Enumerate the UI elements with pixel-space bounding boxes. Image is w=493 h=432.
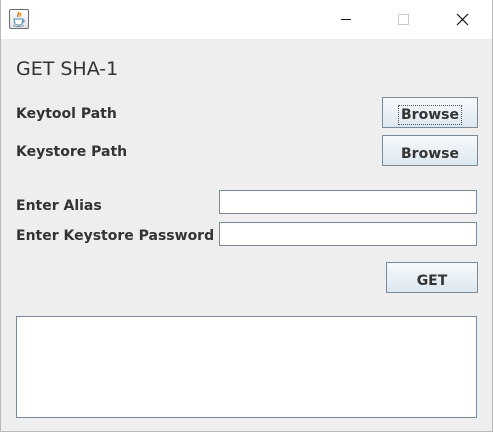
java-icon[interactable] <box>9 9 29 29</box>
main-panel: GET SHA-1 Keytool Path Browse Keystore P… <box>1 39 492 431</box>
browse-keystore-button-label: Browse <box>401 145 459 162</box>
close-icon <box>456 13 469 26</box>
browse-keystore-button[interactable]: Browse <box>382 135 478 166</box>
keystore-path-label: Keystore Path <box>16 144 128 160</box>
keystore-password-input[interactable] <box>219 222 477 246</box>
close-button[interactable] <box>439 0 485 39</box>
keystore-password-label: Enter Keystore Password <box>16 228 215 244</box>
get-button-label: GET <box>416 272 448 289</box>
browse-keytool-button[interactable]: Browse <box>382 97 478 128</box>
keytool-path-label: Keytool Path <box>16 106 117 122</box>
page-title: GET SHA-1 <box>16 58 119 80</box>
get-button[interactable]: GET <box>386 262 478 293</box>
alias-input[interactable] <box>219 190 477 214</box>
browse-keytool-button-label: Browse <box>398 105 462 125</box>
minimize-icon <box>341 19 351 20</box>
maximize-icon <box>398 14 409 25</box>
minimize-button[interactable] <box>323 0 369 39</box>
output-textarea[interactable] <box>16 316 477 418</box>
alias-label: Enter Alias <box>16 198 102 214</box>
app-window: GET SHA-1 Keytool Path Browse Keystore P… <box>0 0 493 432</box>
title-bar[interactable] <box>1 0 492 39</box>
maximize-button[interactable] <box>381 0 427 39</box>
